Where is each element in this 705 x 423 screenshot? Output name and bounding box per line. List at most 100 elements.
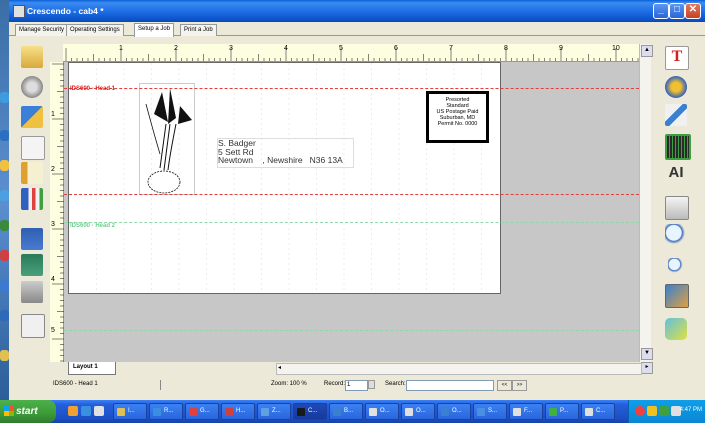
desktop-icon[interactable] — [0, 310, 9, 321]
layout-tab[interactable]: Layout 1 — [68, 362, 116, 375]
taskbar-button[interactable]: O... — [365, 403, 399, 420]
save-as-disk-icon[interactable] — [21, 254, 43, 276]
record-input[interactable]: 1 — [345, 380, 368, 391]
scroll-up-button[interactable]: ▲ — [641, 45, 653, 57]
status-divider — [160, 380, 161, 390]
taskbar-button[interactable]: O... — [401, 403, 435, 420]
taskbar-button-label: C... — [596, 408, 606, 414]
horizontal-scrollbar[interactable]: ◂ — [276, 363, 642, 375]
close-button[interactable]: ✕ — [685, 3, 701, 19]
text-tool-icon[interactable]: T — [665, 46, 689, 70]
zoom-in-icon[interactable] — [665, 224, 687, 246]
desktop-icon[interactable] — [0, 190, 9, 201]
app-icon — [13, 5, 25, 18]
taskbar-button[interactable]: G... — [185, 403, 219, 420]
tray-icon[interactable] — [635, 406, 645, 416]
settings-gear-icon[interactable] — [21, 76, 43, 98]
layers-icon[interactable] — [21, 106, 43, 128]
barcode-tool-icon[interactable] — [665, 134, 691, 160]
line-tool-icon[interactable] — [665, 104, 687, 126]
prev-record-button[interactable]: << — [497, 380, 512, 391]
left-toolbar — [9, 36, 47, 400]
start-button[interactable]: start — [0, 400, 56, 423]
record-spinner[interactable] — [368, 380, 375, 389]
list-icon[interactable] — [21, 162, 43, 184]
desktop-icon[interactable] — [0, 280, 9, 291]
system-tray: 4:47 PM — [628, 400, 705, 423]
taskbar-button[interactable]: C... — [293, 403, 327, 420]
address-block[interactable]: S. Badger 5 Sett Rd Newtown , Newshire N… — [217, 138, 354, 168]
taskbar-button[interactable]: O... — [437, 403, 471, 420]
scroll-down-button[interactable]: ▼ — [641, 348, 653, 360]
graphic-tool-icon[interactable] — [665, 76, 687, 98]
taskbar-button[interactable]: S... — [473, 403, 507, 420]
window-title-bar[interactable]: Crescendo - cab4 * _ □ ✕ — [9, 0, 705, 22]
quicklaunch-icon[interactable] — [94, 406, 104, 416]
taskbar-button[interactable]: Z... — [257, 403, 291, 420]
ruler-number: 9 — [559, 45, 563, 52]
tray-icon[interactable] — [659, 406, 669, 416]
taskbar-app-icon — [261, 408, 269, 416]
tray-icon[interactable] — [647, 406, 657, 416]
tab-print-a-job[interactable]: Print a Job — [180, 24, 217, 36]
taskbar-button[interactable]: B... — [329, 403, 363, 420]
tab-operating-settings[interactable]: Operating Settings — [66, 24, 124, 36]
taskbar-button-label: O... — [416, 408, 426, 414]
quicklaunch-icon[interactable] — [68, 406, 78, 416]
desktop-icon[interactable] — [0, 92, 9, 103]
minimize-button[interactable]: _ — [653, 3, 669, 19]
status-head: IDS600 - Head 1 — [53, 381, 98, 387]
open-folder-icon[interactable] — [21, 46, 43, 68]
print-preview-icon[interactable] — [21, 314, 45, 338]
quicklaunch-icon[interactable] — [81, 406, 91, 416]
taskbar-app-icon — [585, 408, 593, 416]
vruler-number: 4 — [51, 276, 55, 283]
maximize-button[interactable]: □ — [669, 3, 685, 19]
taskbar-button-label: P... — [560, 408, 569, 414]
taskbar-button-label: G... — [200, 408, 210, 414]
taskbar-button[interactable]: R... — [149, 403, 183, 420]
clipart-graphic[interactable] — [139, 83, 195, 195]
taskbar-app-icon — [153, 408, 161, 416]
tab-manage-security[interactable]: Manage Security — [15, 24, 69, 36]
head-1-top-guide — [64, 88, 639, 89]
taskbar-button[interactable]: C... — [581, 403, 615, 420]
save-disk-icon[interactable] — [21, 228, 43, 250]
taskbar-button[interactable]: H... — [221, 403, 255, 420]
taskbar-button[interactable]: P... — [545, 403, 579, 420]
head-1-bottom-guide — [64, 194, 639, 195]
desktop-icon[interactable] — [0, 130, 9, 141]
right-toolbar: T AI — [652, 36, 705, 400]
taskbar-button[interactable]: I... — [113, 403, 147, 420]
taskbar: start I... R... G... H... Z... C... B... O... O.… — [0, 400, 705, 423]
zoom-out-icon[interactable] — [668, 258, 684, 274]
desktop-icon[interactable] — [0, 250, 9, 261]
vertical-scrollbar[interactable]: ▲ ▼ ▸ — [639, 44, 653, 374]
ai-tool-icon[interactable]: AI — [665, 162, 687, 184]
vruler-number: 5 — [51, 327, 55, 334]
postage-indicia[interactable]: Presorted Standard US Postage Paid Subur… — [426, 91, 489, 143]
search-label: Search: — [385, 381, 406, 387]
desktop-icon[interactable] — [0, 160, 9, 171]
next-record-button[interactable]: >> — [512, 380, 527, 391]
scroll-left-button[interactable]: ◂ — [278, 364, 286, 372]
design-canvas[interactable]: S. Badger 5 Sett Rd Newtown , Newshire N… — [64, 62, 639, 362]
search-input[interactable] — [406, 380, 494, 391]
scroll-right-end-button[interactable]: ▸ — [641, 362, 653, 374]
database-icon[interactable] — [665, 318, 687, 340]
ruler-number: 5 — [339, 45, 343, 52]
desktop-icon[interactable] — [0, 220, 9, 231]
taskbar-button[interactable]: F... — [509, 403, 543, 420]
tab-setup-a-job[interactable]: Setup a Job — [134, 23, 175, 37]
taskbar-app-icon — [549, 408, 557, 416]
taskbar-button-label: C... — [308, 408, 318, 414]
desktop-icon[interactable] — [0, 350, 9, 361]
image-tool-icon[interactable] — [665, 284, 689, 308]
bar-chart-icon[interactable] — [21, 188, 43, 210]
taskbar-app-icon — [189, 408, 197, 416]
page-setup-icon[interactable] — [665, 196, 689, 220]
printer-icon[interactable] — [21, 281, 43, 303]
zoom-level: Zoom: 100 % — [271, 381, 307, 387]
envelope-paper[interactable]: S. Badger 5 Sett Rd Newtown , Newshire N… — [68, 62, 501, 294]
document-icon[interactable] — [21, 136, 45, 160]
